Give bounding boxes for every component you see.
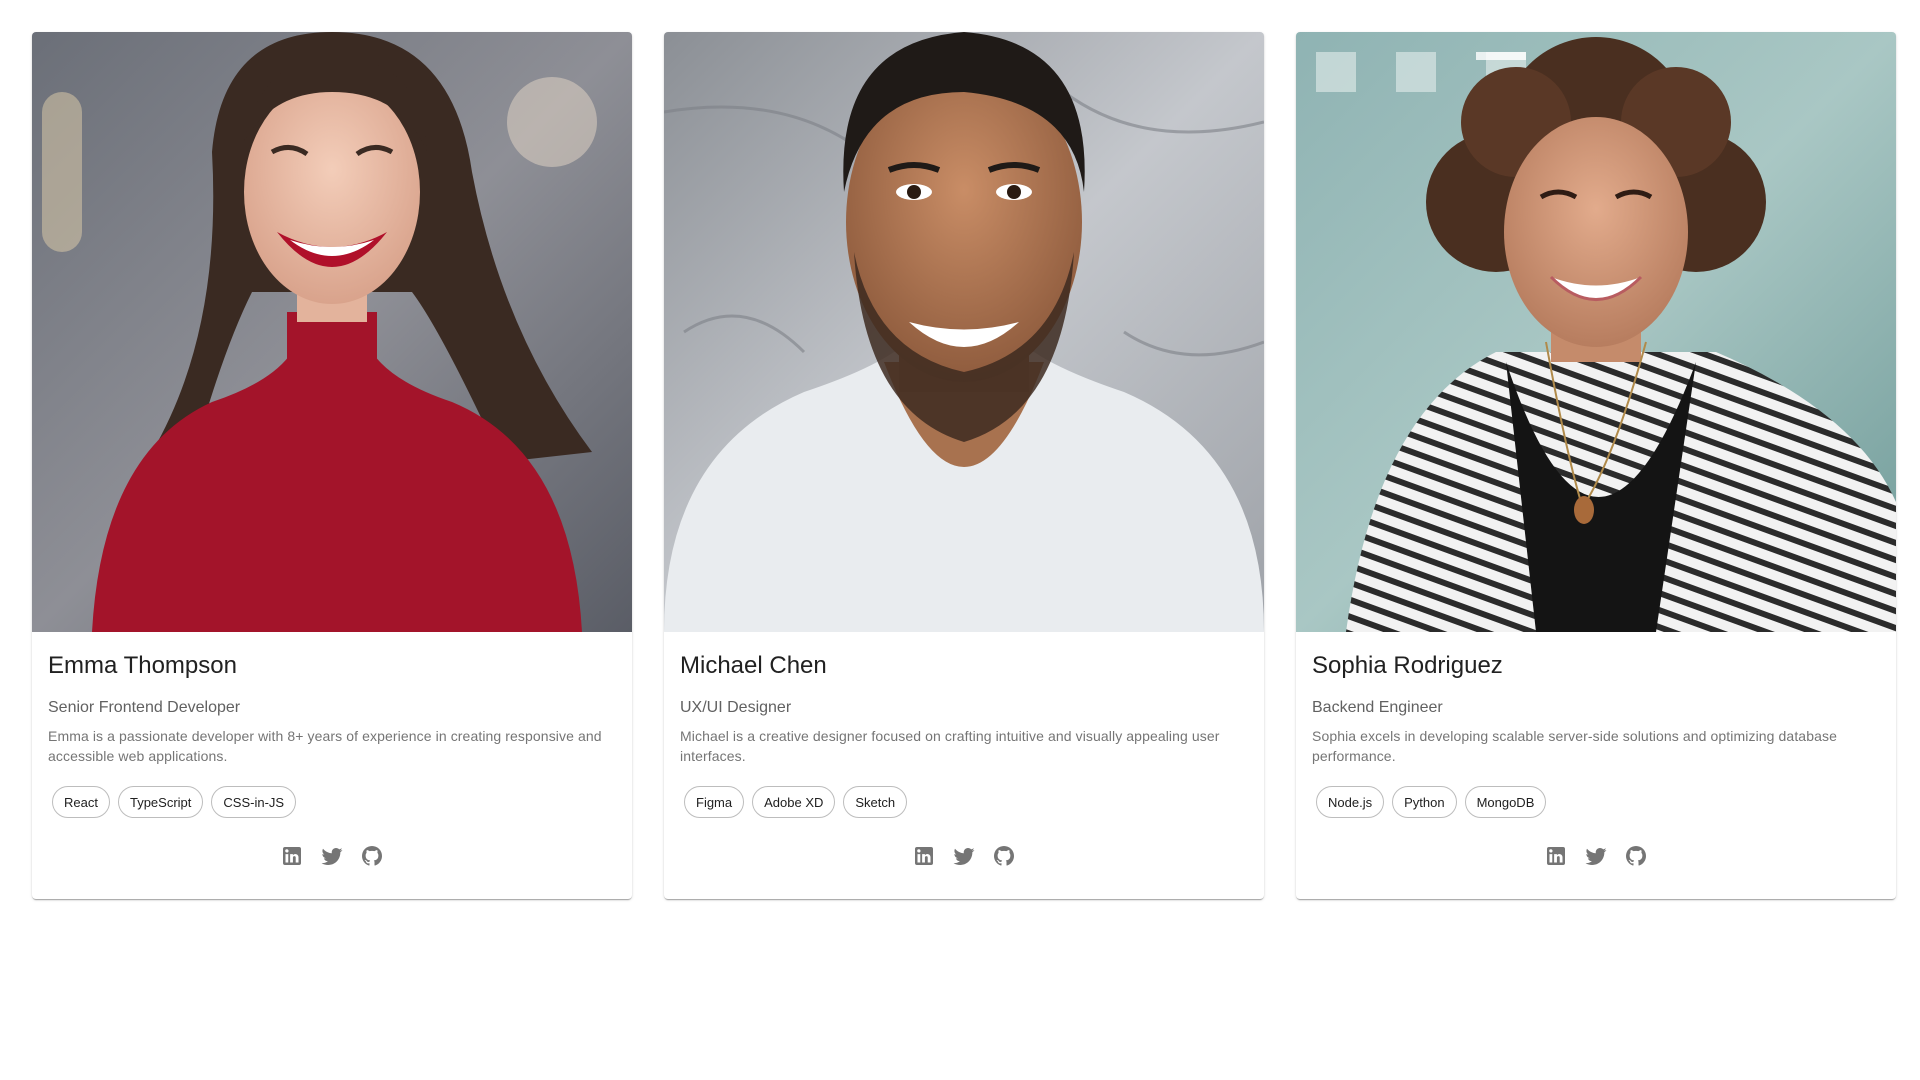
skill-chip[interactable]: MongoDB [1464,786,1547,819]
member-name: Emma Thompson [48,652,237,679]
github-icon[interactable] [360,844,384,868]
skill-chip[interactable]: Adobe XD [752,786,836,819]
member-name: Sophia Rodriguez [1312,652,1503,679]
skills-list: Node.js Python MongoDB [1312,786,1880,819]
team-member-card: Sophia Rodriguez Backend Engineer Sophia… [1296,32,1896,899]
linkedin-icon[interactable] [280,844,304,868]
social-links [1312,844,1880,868]
skill-chip[interactable]: CSS-in-JS [211,786,297,819]
member-bio: Michael is a creative designer focused o… [680,728,1220,765]
member-role: Backend Engineer [1312,699,1443,717]
member-bio: Sophia excels in developing scalable ser… [1312,728,1837,765]
member-name: Michael Chen [680,652,827,679]
portrait-photo-image [32,32,632,632]
portrait-photo-image [664,32,1264,632]
twitter-icon[interactable] [320,844,344,868]
social-links [48,844,616,868]
skill-chip[interactable]: Sketch [843,786,908,819]
skill-chip[interactable]: Figma [684,786,745,819]
skills-list: Figma Adobe XD Sketch [680,786,1248,819]
member-photo [664,32,1264,632]
member-bio: Emma is a passionate developer with 8+ y… [48,728,602,765]
skill-chip[interactable]: React [52,786,110,819]
member-photo [32,32,632,632]
github-icon[interactable] [1624,844,1648,868]
github-icon[interactable] [992,844,1016,868]
team-grid: Emma Thompson Senior Frontend Developer … [32,32,1898,899]
skills-list: React TypeScript CSS-in-JS [48,786,616,819]
linkedin-icon[interactable] [1544,844,1568,868]
card-content: Emma Thompson Senior Frontend Developer … [32,632,632,868]
card-content: Sophia Rodriguez Backend Engineer Sophia… [1296,632,1896,868]
skill-chip[interactable]: Node.js [1316,786,1385,819]
card-content: Michael Chen UX/UI Designer Michael is a… [664,632,1264,868]
twitter-icon[interactable] [1584,844,1608,868]
team-member-card: Michael Chen UX/UI Designer Michael is a… [664,32,1264,899]
twitter-icon[interactable] [952,844,976,868]
linkedin-icon[interactable] [912,844,936,868]
skill-chip[interactable]: Python [1392,786,1457,819]
member-photo [1296,32,1896,632]
member-role: UX/UI Designer [680,699,792,717]
team-member-card: Emma Thompson Senior Frontend Developer … [32,32,632,899]
skill-chip[interactable]: TypeScript [117,786,204,819]
social-links [680,844,1248,868]
portrait-photo-image [1296,32,1896,632]
member-role: Senior Frontend Developer [48,699,241,717]
